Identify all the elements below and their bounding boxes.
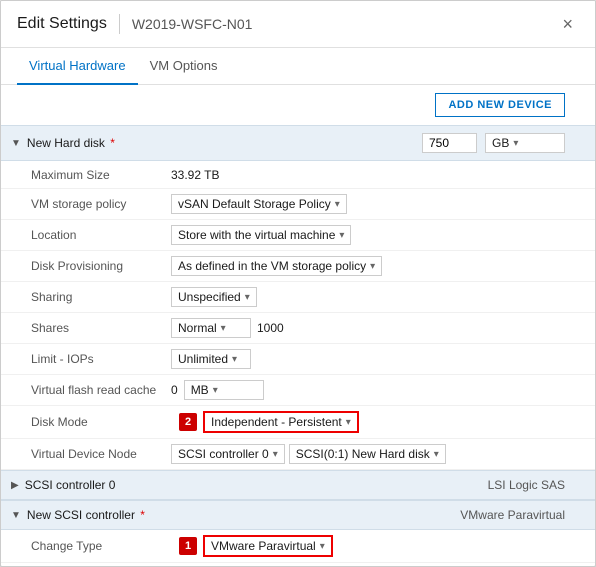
row-label: Disk Provisioning <box>31 259 171 273</box>
row-label: Change Type <box>31 539 171 553</box>
content-area: ADD NEW DEVICE ▼ New Hard disk * GB ▾ Ma… <box>1 85 595 566</box>
chevron-down-icon: ▾ <box>245 292 250 303</box>
disk-size-input[interactable] <box>422 133 477 153</box>
row-label: Virtual Device Node <box>31 447 171 461</box>
modal-subtitle: W2019-WSFC-N01 <box>132 16 253 32</box>
row-sharing: Sharing Unspecified ▾ <box>1 282 595 313</box>
row-shares: Shares Normal ▾ 1000 <box>1 313 595 344</box>
section-label: SCSI controller 0 <box>25 478 116 492</box>
chevron-down-icon: ▾ <box>434 449 439 460</box>
row-virtual-flash-read-cache: Virtual flash read cache 0 MB ▾ <box>1 375 595 406</box>
chevron-down-icon: ▾ <box>221 323 226 334</box>
row-label: Maximum Size <box>31 168 171 182</box>
disk-provisioning-select[interactable]: As defined in the VM storage policy ▾ <box>171 256 382 276</box>
row-change-type: Change Type 1 VMware Paravirtual ▾ <box>1 530 595 563</box>
location-select[interactable]: Store with the virtual machine ▾ <box>171 225 351 245</box>
chevron-right-icon: ▶ <box>11 480 19 491</box>
row-value: 1 VMware Paravirtual ▾ <box>171 535 585 557</box>
row-maximum-size: Maximum Size 33.92 TB <box>1 161 595 189</box>
tab-virtual-hardware[interactable]: Virtual Hardware <box>17 48 138 85</box>
row-virtual-device-node: Virtual Device Node SCSI controller 0 ▾ … <box>1 439 595 470</box>
chevron-down-icon: ▾ <box>339 230 344 241</box>
row-scsi-bus-sharing: SCSI Bus Sharing Physical ▾ <box>1 563 595 566</box>
row-label: Disk Mode <box>31 415 171 429</box>
badge-1: 1 <box>179 537 197 555</box>
tab-bar: Virtual Hardware VM Options <box>1 48 595 85</box>
scsi-controller-select[interactable]: SCSI controller 0 ▾ <box>171 444 285 464</box>
limit-iops-select[interactable]: Unlimited ▾ <box>171 349 251 369</box>
row-value: 0 MB ▾ <box>171 380 585 400</box>
vm-storage-policy-select[interactable]: vSAN Default Storage Policy ▾ <box>171 194 347 214</box>
shares-select[interactable]: Normal ▾ <box>171 318 251 338</box>
shares-number: 1000 <box>257 321 284 335</box>
chevron-down-icon: ▾ <box>335 199 340 210</box>
chevron-down-icon: ▾ <box>232 354 237 365</box>
section-disk-size-value: GB ▾ <box>422 133 585 153</box>
disk-unit-select[interactable]: GB ▾ <box>485 133 565 153</box>
row-value: Unlimited ▾ <box>171 349 585 369</box>
disk-mode-select[interactable]: Independent - Persistent ▾ <box>203 411 359 433</box>
row-value: 2 Independent - Persistent ▾ <box>171 411 585 433</box>
change-type-select[interactable]: VMware Paravirtual ▾ <box>203 535 333 557</box>
row-vm-storage-policy: VM storage policy vSAN Default Storage P… <box>1 189 595 220</box>
row-value: Normal ▾ 1000 <box>171 318 585 338</box>
row-limit-iops: Limit - IOPs Unlimited ▾ <box>1 344 595 375</box>
row-value: SCSI controller 0 ▾ SCSI(0:1) New Hard d… <box>171 444 585 464</box>
required-asterisk: * <box>110 136 115 150</box>
section-value: VMware Paravirtual <box>460 508 585 522</box>
section-value: LSI Logic SAS <box>488 478 585 492</box>
row-label: Location <box>31 228 171 242</box>
header-separator <box>119 14 120 34</box>
badge-2: 2 <box>179 413 197 431</box>
row-location: Location Store with the virtual machine … <box>1 220 595 251</box>
add-new-device-button[interactable]: ADD NEW DEVICE <box>435 93 565 117</box>
modal-title: Edit Settings <box>17 15 107 33</box>
row-label: Virtual flash read cache <box>31 383 171 397</box>
sharing-select[interactable]: Unspecified ▾ <box>171 287 257 307</box>
section-label: New SCSI controller * <box>27 508 145 522</box>
scsi-node-select[interactable]: SCSI(0:1) New Hard disk ▾ <box>289 444 446 464</box>
required-asterisk: * <box>140 508 145 522</box>
chevron-down-icon: ▾ <box>213 385 218 396</box>
row-value: Store with the virtual machine ▾ <box>171 225 585 245</box>
tab-vm-options[interactable]: VM Options <box>138 48 230 85</box>
row-value: Unspecified ▾ <box>171 287 585 307</box>
modal-header: Edit Settings W2019-WSFC-N01 × <box>1 1 595 48</box>
row-label: Sharing <box>31 290 171 304</box>
flash-cache-value: 0 <box>171 383 178 397</box>
section-scsi-controller-0[interactable]: ▶ SCSI controller 0 LSI Logic SAS <box>1 470 595 500</box>
chevron-down-icon: ▾ <box>513 138 518 149</box>
section-new-scsi-controller[interactable]: ▼ New SCSI controller * VMware Paravirtu… <box>1 500 595 530</box>
chevron-down-icon: ▾ <box>346 417 351 428</box>
section-label: New Hard disk * <box>27 136 115 150</box>
row-label: Shares <box>31 321 171 335</box>
section-new-hard-disk[interactable]: ▼ New Hard disk * GB ▾ <box>1 125 595 161</box>
chevron-down-icon: ▼ <box>11 510 21 521</box>
row-value: As defined in the VM storage policy ▾ <box>171 256 585 276</box>
row-value: vSAN Default Storage Policy ▾ <box>171 194 585 214</box>
row-value: 33.92 TB <box>171 168 585 182</box>
toolbar: ADD NEW DEVICE <box>1 85 595 125</box>
edit-settings-modal: Edit Settings W2019-WSFC-N01 × Virtual H… <box>0 0 596 567</box>
flash-cache-unit-select[interactable]: MB ▾ <box>184 380 264 400</box>
chevron-down-icon: ▼ <box>11 138 21 149</box>
chevron-down-icon: ▾ <box>273 449 278 460</box>
row-disk-provisioning: Disk Provisioning As defined in the VM s… <box>1 251 595 282</box>
close-button[interactable]: × <box>556 13 579 35</box>
row-label: Limit - IOPs <box>31 352 171 366</box>
row-label: VM storage policy <box>31 197 171 211</box>
chevron-down-icon: ▾ <box>320 541 325 552</box>
scroll-area[interactable]: ▼ New Hard disk * GB ▾ Maximum Size 33.9… <box>1 125 595 566</box>
chevron-down-icon: ▾ <box>370 261 375 272</box>
row-disk-mode: Disk Mode 2 Independent - Persistent ▾ <box>1 406 595 439</box>
